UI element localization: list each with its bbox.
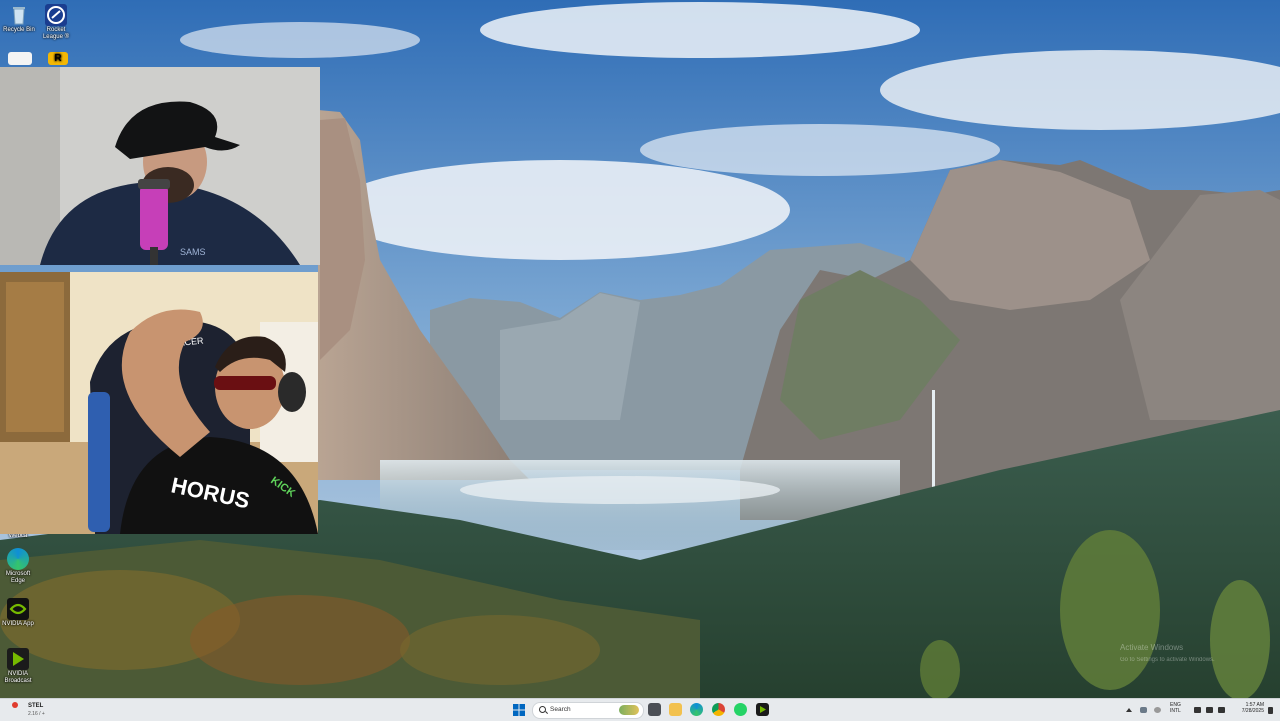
taskbar: STEL 2.16 / + Search ENG INTL 1:57 AM 7/… bbox=[0, 698, 1280, 721]
desktop-icon-rocket-league[interactable]: Rocket League ® bbox=[38, 4, 74, 41]
desktop-icon-label: NVIDIA App bbox=[2, 621, 34, 627]
desktop-icon-webcam[interactable]: Webca bbox=[0, 533, 36, 540]
system-tray: ENG INTL 1:57 AM 7/28/2025 bbox=[1122, 699, 1273, 721]
network-icon[interactable] bbox=[1140, 707, 1147, 713]
desktop-icon-label: Webca bbox=[8, 533, 28, 539]
game-launcher-icon bbox=[8, 52, 32, 65]
onedrive-icon[interactable] bbox=[1154, 707, 1161, 713]
webcam-feed-guest: DXRACER HORUS KICK bbox=[0, 272, 318, 534]
nvidia-app-icon[interactable] bbox=[756, 703, 769, 716]
search-placeholder: Search bbox=[550, 706, 571, 713]
widgets-button[interactable]: STEL 2.16 / + bbox=[4, 701, 64, 719]
lang-layout: INTL bbox=[1170, 708, 1181, 714]
shirt-print: SAMS bbox=[180, 247, 206, 257]
activate-windows-watermark: Activate Windows bbox=[1120, 643, 1183, 652]
wifi-icon[interactable] bbox=[1194, 707, 1201, 713]
file-explorer-icon[interactable] bbox=[669, 703, 682, 716]
edge-icon[interactable] bbox=[690, 703, 703, 716]
desktop-icon-label: Microsoft Edge bbox=[5, 571, 31, 584]
edge-icon bbox=[7, 548, 29, 570]
recycle-bin-icon bbox=[8, 4, 30, 26]
search-highlight-icon bbox=[619, 705, 639, 715]
battery-icon[interactable] bbox=[1218, 707, 1225, 713]
notification-bell-icon[interactable] bbox=[1268, 707, 1273, 714]
chevron-up-icon[interactable] bbox=[1126, 708, 1132, 712]
webcam-overlay-bottom: DXRACER HORUS KICK bbox=[0, 272, 318, 534]
windows-logo-icon bbox=[513, 704, 525, 716]
search-icon bbox=[539, 706, 546, 713]
widget-value: 2.16 / + bbox=[28, 711, 45, 717]
activate-windows-hint: Go to Settings to activate Windows. bbox=[1120, 657, 1215, 663]
widget-title: STEL bbox=[28, 703, 44, 709]
input-language-indicator[interactable]: ENG INTL bbox=[1170, 702, 1181, 714]
webcam-overlay-top: SAMS bbox=[0, 67, 320, 265]
nvidia-icon bbox=[7, 598, 29, 620]
weather-icon bbox=[12, 702, 18, 708]
rockstar-icon: R bbox=[48, 52, 68, 65]
desktop-icon-game-launcher[interactable] bbox=[2, 52, 38, 66]
nvidia-broadcast-icon bbox=[7, 648, 29, 670]
chrome-icon[interactable] bbox=[712, 703, 725, 716]
task-view-icon[interactable] bbox=[648, 703, 661, 716]
desktop-icon-label: NVIDIA Broadcast bbox=[4, 671, 32, 684]
clock-date: 7/28/2025 bbox=[1241, 708, 1264, 714]
desktop-icon-nvidia-broadcast[interactable]: NVIDIA Broadcast bbox=[0, 648, 36, 685]
clock[interactable]: 1:57 AM 7/28/2025 bbox=[1234, 702, 1264, 714]
desktop-icon-label: Rocket League ® bbox=[42, 27, 70, 40]
taskbar-search-box[interactable]: Search bbox=[532, 702, 644, 719]
webcam-feed-host: SAMS bbox=[0, 67, 320, 265]
desktop-icon-microsoft-edge[interactable]: Microsoft Edge bbox=[0, 548, 36, 585]
desktop-icon-rockstar[interactable]: R bbox=[40, 52, 76, 66]
desktop-icon-nvidia-app[interactable]: NVIDIA App bbox=[0, 598, 36, 628]
whatsapp-icon[interactable] bbox=[734, 703, 747, 716]
desktop-icon-label: Recycle Bin bbox=[3, 27, 35, 33]
desktop-icon-recycle-bin[interactable]: Recycle Bin bbox=[1, 4, 37, 34]
rocket-league-icon bbox=[45, 4, 67, 26]
start-button[interactable] bbox=[512, 703, 526, 717]
volume-icon[interactable] bbox=[1206, 707, 1213, 713]
